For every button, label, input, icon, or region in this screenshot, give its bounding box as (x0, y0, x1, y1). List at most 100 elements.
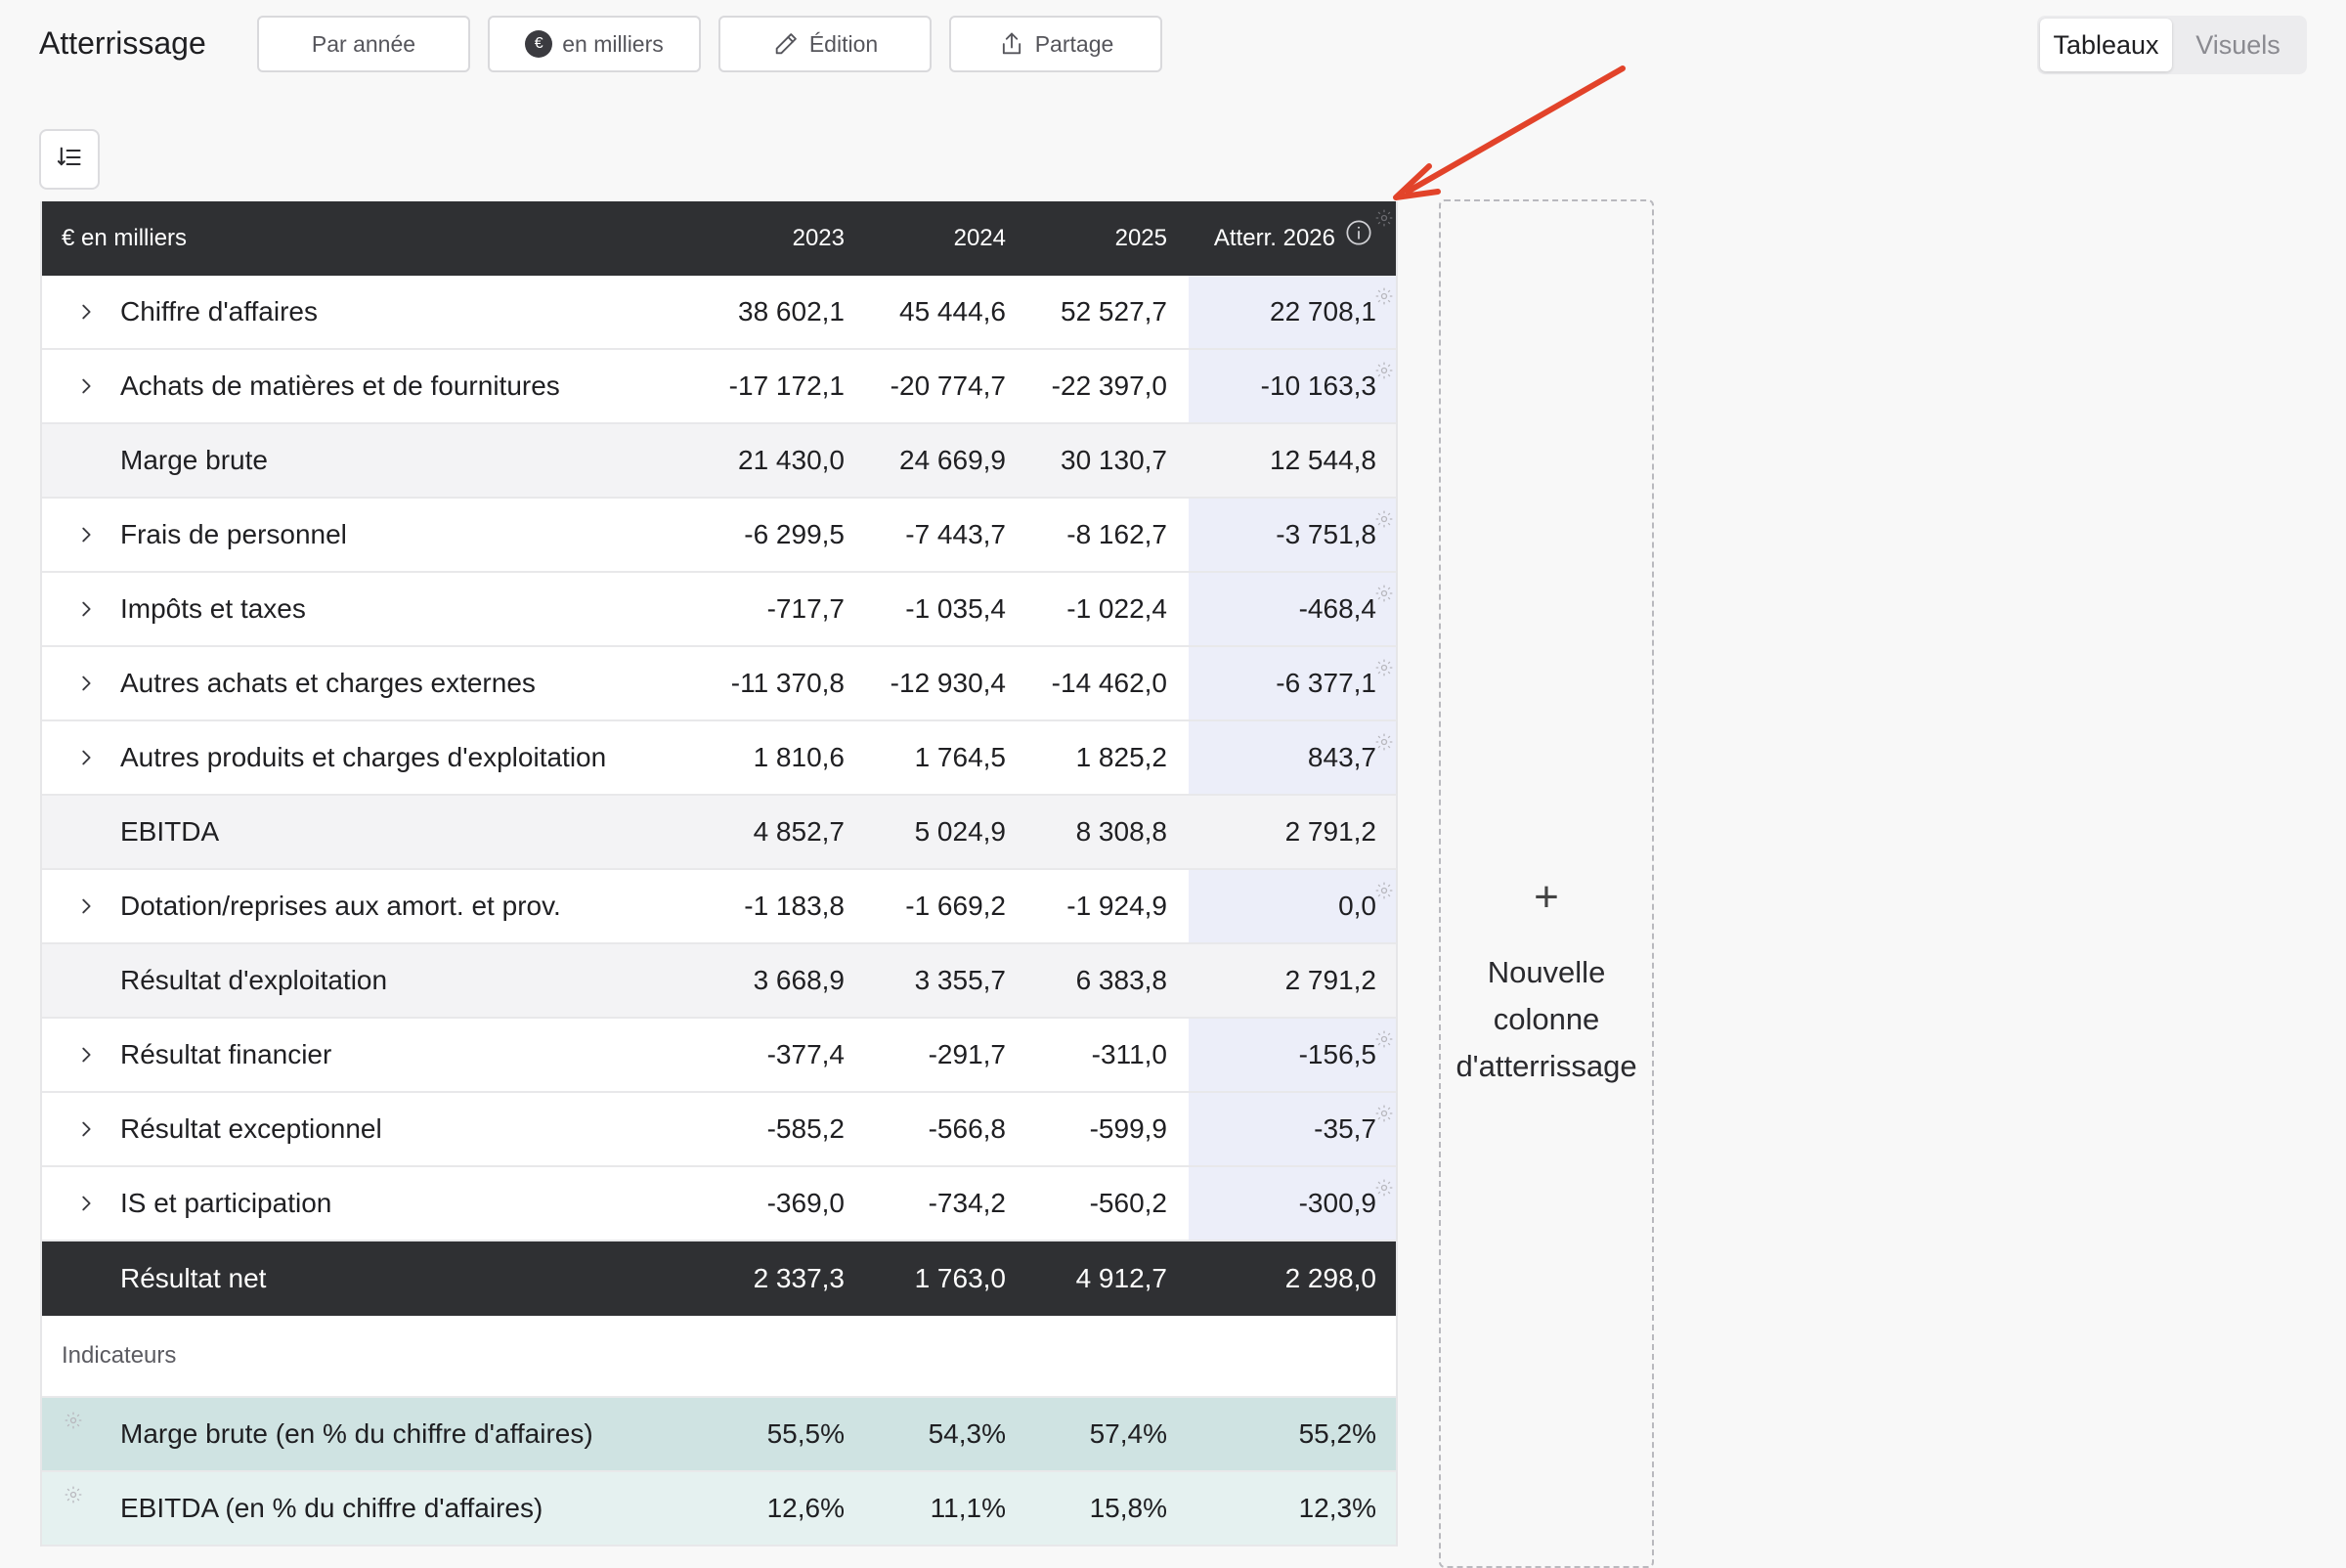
cell-2023: 38 602,1 (738, 296, 845, 327)
cell-2025: 30 130,7 (1061, 445, 1167, 475)
cell-2026: 2 298,0 (1284, 1263, 1376, 1293)
gear-icon[interactable] (1374, 504, 1394, 536)
cell-2024: -12 930,4 (890, 668, 1006, 698)
en-milliers-button[interactable]: € en milliers (488, 16, 701, 72)
cell-2024: -20 774,7 (890, 370, 1006, 401)
row-label: EBITDA (120, 816, 220, 847)
cell-2023: 12,6% (766, 1493, 845, 1523)
sort-list-icon (56, 144, 83, 176)
table-row[interactable]: Résultat exceptionnel -585,2 -566,8 -599,9 -… (42, 1093, 1396, 1167)
gear-icon[interactable] (1374, 727, 1394, 759)
cell-2026: 22 708,1 (1270, 296, 1376, 327)
cell-2023: -717,7 (766, 593, 845, 624)
cell-2026: 12 544,8 (1270, 445, 1376, 475)
chevron-right-icon[interactable] (75, 870, 97, 942)
chevron-right-icon[interactable] (75, 647, 97, 719)
chevron-right-icon[interactable] (75, 1167, 97, 1240)
edition-button[interactable]: Édition (718, 16, 932, 72)
cell-2023: 3 668,9 (753, 965, 845, 995)
col-header-2023: 2023 (792, 225, 845, 251)
table-row[interactable]: Frais de personnel -6 299,5 -7 443,7 -8 162… (42, 499, 1396, 573)
cell-2025: -599,9 (1089, 1113, 1167, 1144)
edition-label: Édition (808, 30, 879, 57)
cell-2024: 24 669,9 (899, 445, 1006, 475)
indicator-row: Marge brute (en % du chiffre d'affaires)… (42, 1398, 1396, 1472)
cell-2023: -1 183,8 (744, 891, 845, 921)
cell-2025: 8 308,8 (1075, 816, 1167, 847)
table-row[interactable]: Autres achats et charges externes -11 370… (42, 647, 1396, 721)
partage-button[interactable]: Partage (949, 16, 1162, 72)
chevron-right-icon[interactable] (75, 276, 97, 348)
gear-icon[interactable] (1374, 1173, 1394, 1204)
indicators-section: Indicateurs (42, 1316, 1396, 1398)
view-toggle: Tableaux Visuels (2037, 16, 2307, 74)
gear-icon[interactable] (1374, 207, 1394, 235)
gear-icon[interactable] (1374, 1099, 1394, 1130)
subtotal-row: Marge brute 21 430,0 24 669,9 30 130,7 12 54… (42, 424, 1396, 499)
new-column-label-line1: Nouvelle (1487, 955, 1606, 989)
cell-2024: 5 024,9 (914, 816, 1006, 847)
cell-2024: -1 669,2 (905, 891, 1006, 921)
cell-2024: 1 763,0 (914, 1263, 1006, 1293)
cell-2023: 4 852,7 (753, 816, 845, 847)
cell-2026: -156,5 (1298, 1039, 1376, 1069)
col-header-2025: 2025 (1114, 225, 1167, 251)
info-icon[interactable] (1345, 219, 1372, 253)
row-label: EBITDA (en % du chiffre d'affaires) (120, 1493, 543, 1523)
row-label: IS et participation (120, 1188, 332, 1218)
col-header-2024: 2024 (953, 225, 1006, 251)
gear-icon[interactable] (64, 1480, 83, 1511)
cell-2025: -560,2 (1089, 1188, 1167, 1218)
row-label: Marge brute (en % du chiffre d'affaires) (120, 1418, 593, 1449)
cell-2025: -14 462,0 (1051, 668, 1167, 698)
new-landing-column-button[interactable]: + Nouvelle colonne d'atterrissage (1439, 199, 1654, 1568)
cell-2026: -6 377,1 (1276, 668, 1376, 698)
cell-2026: -300,9 (1298, 1188, 1376, 1218)
gear-icon[interactable] (1374, 1024, 1394, 1056)
gear-icon[interactable] (1374, 356, 1394, 387)
new-column-label: Nouvelle colonne d'atterrissage (1441, 949, 1652, 1090)
chevron-right-icon[interactable] (75, 499, 97, 571)
gear-icon[interactable] (1374, 653, 1394, 684)
row-label: Autres achats et charges externes (120, 668, 536, 698)
cell-2025: 52 527,7 (1061, 296, 1167, 327)
table-row[interactable]: Autres produits et charges d'exploitatio… (42, 721, 1396, 796)
cell-2023: 1 810,6 (753, 742, 845, 772)
new-column-label-line2: colonne (1493, 1002, 1600, 1036)
chevron-right-icon[interactable] (75, 573, 97, 645)
cell-2023: -17 172,1 (728, 370, 845, 401)
sort-button[interactable] (39, 129, 100, 190)
row-label: Impôts et taxes (120, 593, 306, 624)
plus-icon: + (1534, 873, 1559, 921)
cell-2025: 6 383,8 (1075, 965, 1167, 995)
cell-2024: 54,3% (928, 1418, 1006, 1449)
chevron-right-icon[interactable] (75, 1093, 97, 1165)
cell-2026: 843,7 (1307, 742, 1376, 772)
chevron-right-icon[interactable] (75, 350, 97, 422)
cell-2025: 15,8% (1089, 1493, 1167, 1523)
gear-icon[interactable] (64, 1406, 83, 1437)
row-label: Achats de matières et de fournitures (120, 370, 560, 401)
cell-2023: 21 430,0 (738, 445, 845, 475)
tab-visuels[interactable]: Visuels (2172, 19, 2304, 71)
gear-icon[interactable] (1374, 876, 1394, 907)
table-row[interactable]: IS et participation -369,0 -734,2 -560,2 -30… (42, 1167, 1396, 1241)
table-row[interactable]: Dotation/reprises aux amort. et prov. -1 … (42, 870, 1396, 944)
table-row[interactable]: Achats de matières et de fournitures -17 … (42, 350, 1396, 424)
par-annee-button[interactable]: Par année (257, 16, 470, 72)
cell-2025: -8 162,7 (1066, 519, 1167, 549)
cell-2025: -1 022,4 (1066, 593, 1167, 624)
chevron-right-icon[interactable] (75, 1019, 97, 1091)
cell-2024: -291,7 (928, 1039, 1006, 1069)
chevron-right-icon[interactable] (75, 721, 97, 794)
row-label: Résultat net (120, 1263, 267, 1293)
gear-icon[interactable] (1374, 579, 1394, 610)
gear-icon[interactable] (1374, 282, 1394, 313)
row-label: Dotation/reprises aux amort. et prov. (120, 891, 561, 921)
row-label: Résultat d'exploitation (120, 965, 388, 995)
table-row[interactable]: Chiffre d'affaires 38 602,1 45 444,6 52 527… (42, 276, 1396, 350)
pnl-table: € en milliers 2023 2024 2025 Atterr. 202… (40, 201, 1398, 1546)
table-row[interactable]: Résultat financier -377,4 -291,7 -311,0 -156… (42, 1019, 1396, 1093)
tab-tableaux[interactable]: Tableaux (2040, 19, 2172, 71)
table-row[interactable]: Impôts et taxes -717,7 -1 035,4 -1 022,4 -46… (42, 573, 1396, 647)
